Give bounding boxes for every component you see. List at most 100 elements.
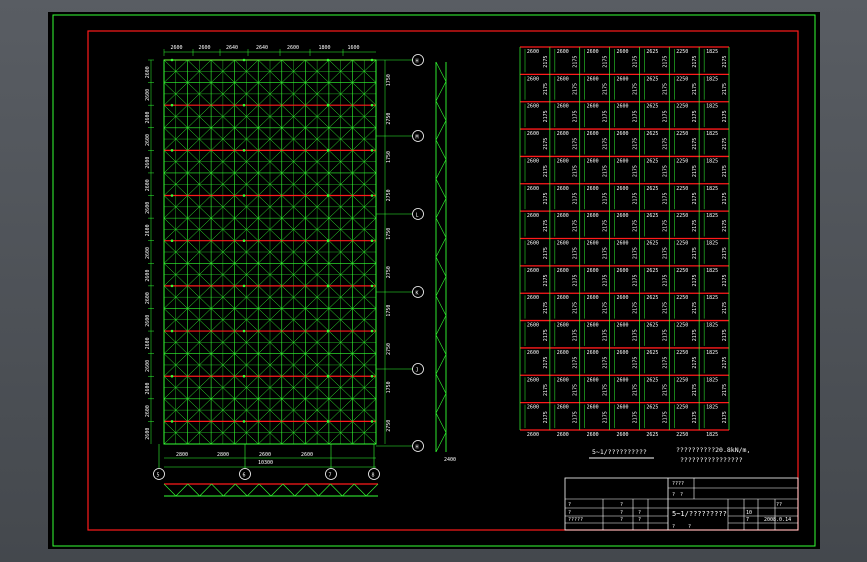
support-node [326,194,330,197]
truss-diagonal [435,198,447,219]
support-node [370,374,374,378]
dim-left-9: 2600 [145,270,151,282]
panel-row-label: 2175 [573,384,579,396]
panel-row-label: 2175 [632,329,638,341]
support-node [170,149,174,152]
panel-col-label: 2625 [646,350,658,356]
panel-row-label: 2175 [632,56,638,68]
panel-row-label: 2175 [603,220,609,232]
dim-left-12: 2600 [145,337,151,349]
panel-row-label: 2175 [632,302,638,314]
panel-col-label: 2600 [527,405,539,411]
panel-row-label: 2175 [692,329,698,341]
panel-row-label: 2175 [722,247,728,259]
dim-left-0: 2600 [145,66,151,78]
panel-row-label: 2175 [692,165,698,177]
truss-diagonal [282,483,295,497]
panel-row-label: 2175 [722,110,728,122]
support-node [170,284,174,288]
panel-col-label: 2600 [617,295,629,301]
panel-col-label: 2600 [617,350,629,356]
cad-viewport[interactable]: 2600 2600 2640 2640 2600 1800 1600 2600 2600 2600… [0,0,867,562]
dim-left-13: 2600 [145,360,151,372]
panel-col-label: 2600 [557,323,569,329]
tb-cell-1: ? [680,492,683,498]
panel-row-label: 2175 [662,274,668,286]
panel-col-label: 2600 [587,241,599,247]
panel-bottom-label: 2625 [646,432,658,438]
panel-row-label: 2175 [692,302,698,314]
panel-col-label: 2600 [557,213,569,219]
panel-col-label: 2625 [646,76,658,82]
support-node [326,420,330,423]
panel-row-label: 2175 [573,56,579,68]
panel-row-label: 2175 [543,192,549,204]
panel-col-label: 2600 [527,268,539,274]
panel-col-label: 2250 [676,213,688,219]
drawing-sheet[interactable]: 2600 2600 2640 2640 2600 1800 1600 2600 2600 2600… [48,12,820,549]
panel-row-label: 2175 [603,302,609,314]
panel-row-label: 2175 [632,357,638,369]
load-note-1: ??????????20.8kN/m, [676,446,750,454]
panel-row-label: 2175 [662,329,668,341]
panel-row-label: 2175 [573,165,579,177]
panel-row-label: 2175 [662,357,668,369]
axis-label-right-4: J [416,368,419,374]
truss-diagonal [247,483,260,497]
truss-diagonal [187,483,200,497]
truss-diagonal [235,483,248,497]
panel-col-label: 2625 [646,295,658,301]
panel-row-label: 2175 [603,83,609,95]
tb-project: ???? [672,481,684,487]
support-node [370,284,374,288]
panel-row-label: 2175 [543,357,549,369]
support-node [242,284,246,288]
truss-diagonal [435,393,447,414]
panel-row-label: 2175 [543,247,549,259]
truss-diagonal [258,483,272,497]
panel-col-label: 2600 [617,131,629,137]
tb-cell-6: ? [620,510,623,516]
panel-col-label: 2600 [527,323,539,329]
panel-row-label: 2175 [692,357,698,369]
panel-col-label: 2600 [527,213,539,219]
panel-row-label: 2175 [543,329,549,341]
support-node [170,58,174,62]
load-note-2: ???????????????? [680,456,743,464]
support-node [326,103,330,107]
panel-col-label: 2250 [676,323,688,329]
truss-diagonal [199,483,212,497]
panel-col-label: 2600 [587,49,599,55]
truss-diagonal [342,483,355,497]
dim-right-8: 1750 [386,381,392,393]
truss-diagonal [435,217,447,238]
tb-cell-5: ? [568,510,571,516]
tb-cell-2: ? [568,502,571,508]
panel-row-label: 2175 [722,274,728,286]
panel-row-label: 2175 [722,357,728,369]
panel-row-label: 2175 [543,165,549,177]
panel-col-label: 2600 [587,213,599,219]
tb-scale: 10 [746,510,752,516]
side-dim: 2400 [444,457,456,463]
plan-caption: 5~1/?????????? [592,448,647,456]
panel-row-label: 2175 [573,411,579,423]
panel-col-label: 2625 [646,186,658,192]
panel-col-label: 2600 [527,104,539,110]
panel-col-label: 2250 [676,295,688,301]
outer-frame [52,14,816,547]
panel-col-label: 2600 [617,104,629,110]
panel-col-label: 2600 [527,158,539,164]
panel-col-label: 1825 [706,405,718,411]
panel-row-label: 2175 [603,274,609,286]
truss-diagonal [435,373,447,394]
panel-row-label: 2175 [692,384,698,396]
dim-right-7: 2750 [386,343,392,355]
dim-top-3: 2640 [256,45,268,51]
truss-diagonal [435,432,447,453]
panel-row-label: 2175 [692,411,698,423]
tb-cell-10: ? [638,517,641,523]
dim-right-3: 2750 [386,189,392,201]
panel-col-label: 2600 [557,405,569,411]
dim-left-7: 2600 [145,224,151,236]
